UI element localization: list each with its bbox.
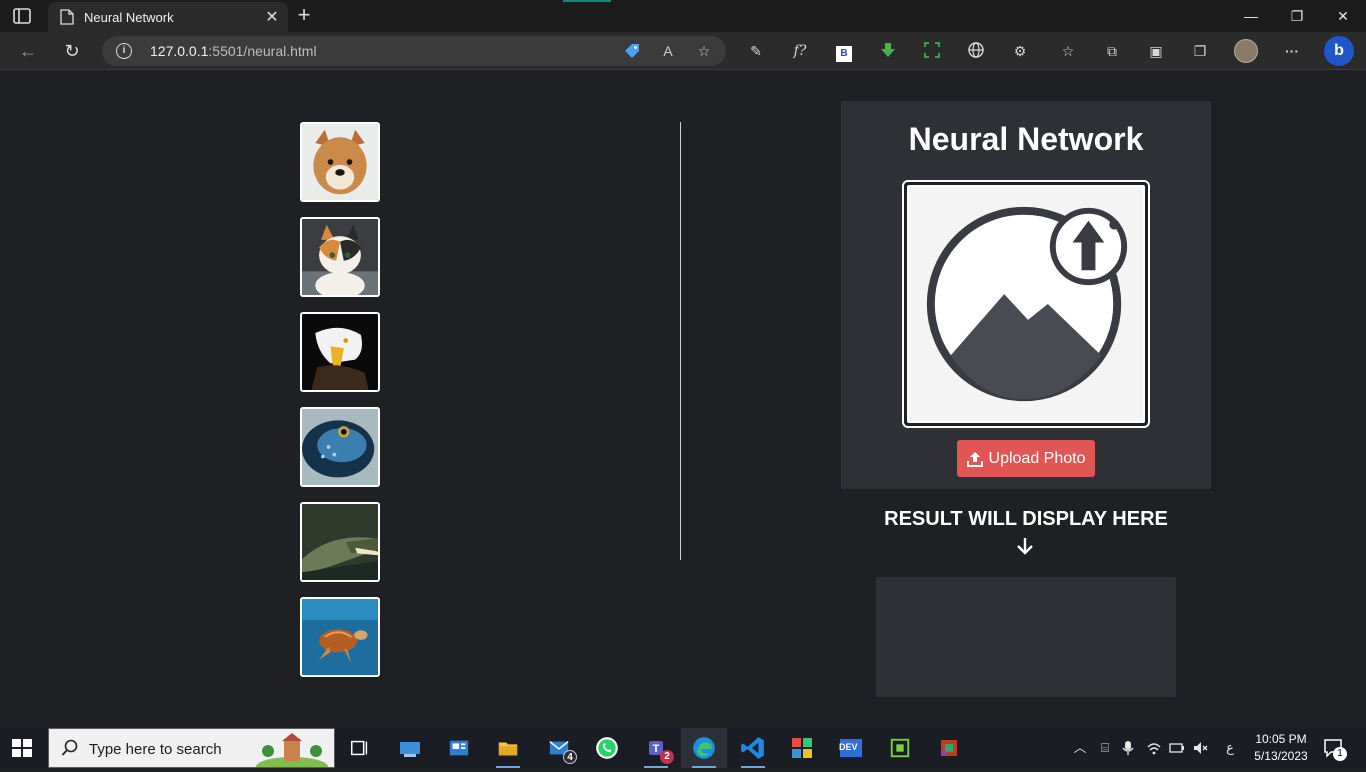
teams-badge: 2 (660, 750, 674, 764)
tab-neural-network[interactable]: Neural Network ✕ (48, 2, 288, 32)
windows-start-icon[interactable] (12, 739, 32, 757)
page-title: Neural Network (908, 121, 1144, 157)
thumbnail-eagle[interactable] (300, 312, 380, 392)
extensions-icon[interactable]: ⚙ (1009, 41, 1031, 61)
mail-icon[interactable]: 4 (545, 734, 577, 764)
arrow-down-icon (1014, 535, 1036, 557)
page-content: Neural Network Upload Photo RESULT WILL … (0, 70, 1366, 728)
b-extension-icon[interactable]: B (833, 41, 855, 62)
url-host: 127.0.0.1 (150, 43, 209, 59)
clock-time: 10:05 PM (1255, 732, 1307, 746)
notification-center-icon[interactable]: 1 (1323, 738, 1347, 761)
mail-badge: 4 (563, 750, 577, 764)
result-display-box (876, 577, 1176, 697)
fish-image (302, 409, 378, 485)
vertical-divider (680, 122, 681, 560)
pen-extension-icon[interactable]: ✎ (745, 41, 767, 61)
image-placeholder (907, 185, 1145, 423)
tab-actions-menu-icon[interactable] (12, 6, 32, 26)
image-upload-placeholder-icon (926, 206, 1128, 402)
thumbnail-fish[interactable] (300, 407, 380, 487)
tab-actions-icon[interactable]: ❐ (1189, 41, 1211, 61)
new-tab-button[interactable]: + (292, 4, 316, 28)
restore-button[interactable]: ❐ (1274, 4, 1320, 28)
favorites-icon[interactable]: ☆ (1057, 41, 1079, 61)
thumbnail-crocodile[interactable] (300, 502, 380, 582)
meet-now-icon[interactable]: ⌸ (1097, 740, 1113, 756)
eagle-image (302, 314, 378, 390)
upload-photo-label: Upload Photo (988, 449, 1086, 467)
tab-close-button[interactable]: ✕ (264, 7, 280, 27)
url-text[interactable]: 127.0.0.1:5501/neural.html (150, 43, 317, 59)
settings-tool-icon[interactable] (935, 734, 963, 762)
read-aloud-icon[interactable]: A (659, 42, 677, 60)
image-preview-frame[interactable] (902, 180, 1150, 428)
windows-app-icon[interactable] (788, 734, 816, 762)
news-icon[interactable] (445, 734, 473, 762)
wifi-icon[interactable] (1146, 740, 1162, 756)
taskbar-clock[interactable]: 10:05 PM 5/13/2023 (1248, 731, 1314, 765)
tab-bar: Neural Network ✕ + — ❐ ✕ (0, 0, 1366, 32)
search-highlight-illustration (256, 733, 328, 772)
download-extension-icon[interactable] (877, 41, 899, 61)
thumbnail-cat[interactable] (300, 217, 380, 297)
back-button[interactable]: ← (15, 39, 41, 63)
task-view-icon[interactable] (346, 734, 374, 762)
volume-muted-icon[interactable] (1192, 740, 1208, 756)
bing-icon[interactable]: b (1324, 36, 1354, 66)
browser-toolbar: ← ↻ i 127.0.0.1:5501/neural.html A ☆ ✎ f… (0, 32, 1366, 70)
microphone-icon[interactable] (1120, 740, 1136, 756)
math-solver-icon[interactable]: ▣ (1145, 41, 1167, 61)
window-close-button[interactable]: ✕ (1320, 4, 1366, 28)
formula-extension-icon[interactable]: f? (789, 41, 811, 61)
minimize-button[interactable]: — (1228, 4, 1274, 28)
cat-image (302, 219, 378, 295)
notification-badge: 1 (1333, 747, 1347, 761)
edge-icon[interactable] (690, 734, 718, 768)
upload-card: Neural Network Upload Photo (841, 101, 1211, 489)
globe-icon[interactable] (965, 41, 987, 61)
clock-date: 5/13/2023 (1254, 749, 1308, 763)
taskbar: Type here to search 4 T 2 DEV ︿ ⌸ ع 10:0… (0, 728, 1366, 772)
dev-label: DEV (839, 742, 858, 752)
tray-expand-icon[interactable]: ︿ (1072, 740, 1088, 756)
page-icon (60, 9, 74, 25)
svg-text:T: T (653, 743, 660, 755)
dev-icon[interactable]: DEV (837, 734, 865, 762)
crocodile-image (302, 504, 378, 580)
cpu-tool-icon[interactable] (886, 734, 914, 762)
upload-photo-button[interactable]: Upload Photo (957, 440, 1095, 477)
collections-icon[interactable]: ⧉ (1101, 41, 1123, 61)
file-explorer-icon[interactable] (494, 734, 522, 768)
language-indicator[interactable]: ع (1222, 740, 1238, 756)
add-favorite-icon[interactable]: ☆ (695, 42, 713, 60)
network-folder-icon[interactable] (396, 734, 424, 762)
result-heading: RESULT WILL DISPLAY HERE (884, 508, 1168, 530)
battery-icon[interactable] (1169, 740, 1185, 756)
teams-icon[interactable]: T 2 (642, 734, 674, 768)
search-placeholder: Type here to search (89, 741, 222, 758)
refresh-button[interactable]: ↻ (59, 39, 85, 63)
site-info-icon[interactable]: i (116, 43, 132, 59)
whatsapp-icon[interactable] (593, 734, 621, 762)
upload-icon (966, 451, 983, 467)
thumbnail-turtle[interactable] (300, 597, 380, 677)
profile-avatar[interactable] (1234, 39, 1258, 63)
screenshot-extension-icon[interactable] (921, 41, 943, 61)
address-bar[interactable]: i 127.0.0.1:5501/neural.html A ☆ (102, 36, 726, 66)
thumbnail-dog[interactable] (300, 122, 380, 202)
url-path: :5501/neural.html (208, 43, 317, 59)
taskbar-search-input[interactable]: Type here to search (48, 728, 335, 772)
drag-indicator (563, 0, 611, 2)
tab-title: Neural Network (84, 9, 174, 25)
b-extension-label: B (836, 46, 852, 62)
dog-image (302, 124, 378, 200)
vscode-icon[interactable] (739, 734, 767, 768)
tag-icon[interactable] (623, 42, 641, 60)
turtle-image (302, 599, 378, 675)
more-icon[interactable]: ··· (1281, 41, 1303, 61)
search-icon (61, 739, 79, 757)
